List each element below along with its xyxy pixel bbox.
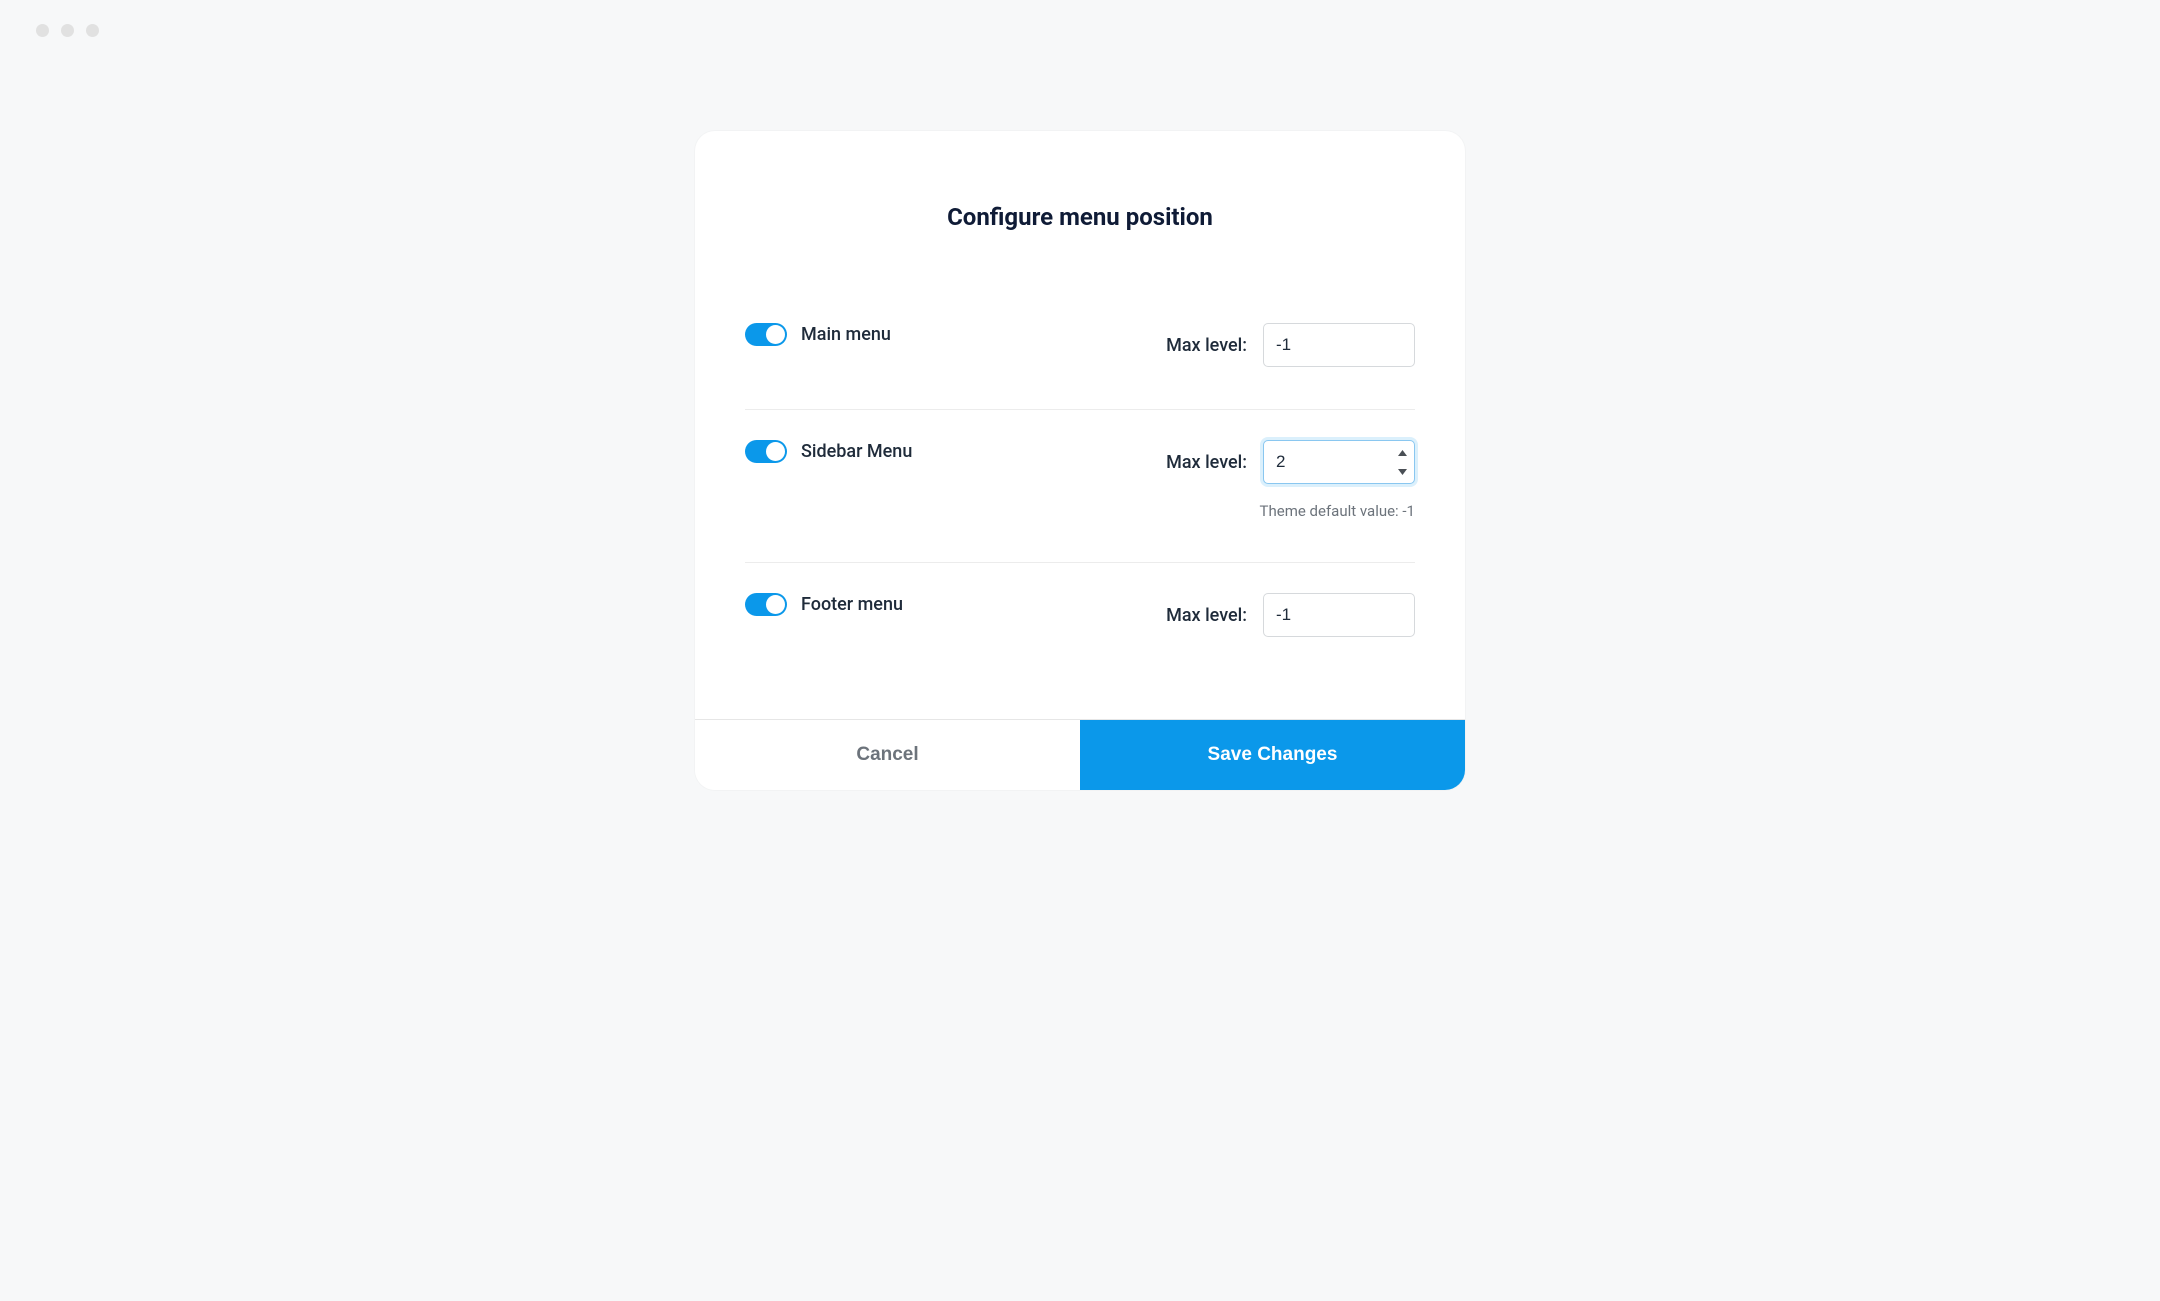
window-dots — [0, 0, 2160, 61]
footer-menu-label: Footer menu — [801, 594, 903, 615]
main-menu-toggle[interactable] — [745, 323, 787, 346]
footer-menu-maxlevel-input[interactable] — [1263, 593, 1415, 637]
footer-menu-maxlevel-label: Max level: — [1166, 605, 1247, 626]
window-dot — [86, 24, 99, 37]
cancel-button[interactable]: Cancel — [695, 720, 1080, 790]
sidebar-menu-toggle[interactable] — [745, 440, 787, 463]
main-menu-maxlevel-label: Max level: — [1166, 335, 1247, 356]
sidebar-menu-label: Sidebar Menu — [801, 441, 912, 462]
footer-menu-toggle[interactable] — [745, 593, 787, 616]
dialog-actions: Cancel Save Changes — [695, 719, 1465, 790]
menu-row-footer: Footer menu Max level: — [745, 562, 1415, 679]
sidebar-menu-maxlevel-label: Max level: — [1166, 452, 1247, 473]
save-changes-button[interactable]: Save Changes — [1080, 720, 1465, 790]
sidebar-menu-helper: Theme default value: -1 — [1260, 502, 1415, 520]
chevron-down-icon — [1398, 469, 1407, 475]
menu-row-sidebar: Sidebar Menu Max level: — [745, 409, 1415, 562]
window-dot — [61, 24, 74, 37]
stepper-up-button[interactable] — [1392, 443, 1412, 462]
main-menu-label: Main menu — [801, 324, 891, 345]
number-stepper — [1392, 443, 1412, 481]
main-menu-maxlevel-input[interactable] — [1263, 323, 1415, 367]
configure-menu-dialog: Configure menu position Main menu Max le… — [695, 131, 1465, 790]
menu-row-main: Main menu Max level: — [745, 293, 1415, 409]
stepper-down-button[interactable] — [1392, 462, 1412, 481]
window-dot — [36, 24, 49, 37]
chevron-up-icon — [1398, 450, 1407, 456]
dialog-title: Configure menu position — [745, 203, 1415, 231]
